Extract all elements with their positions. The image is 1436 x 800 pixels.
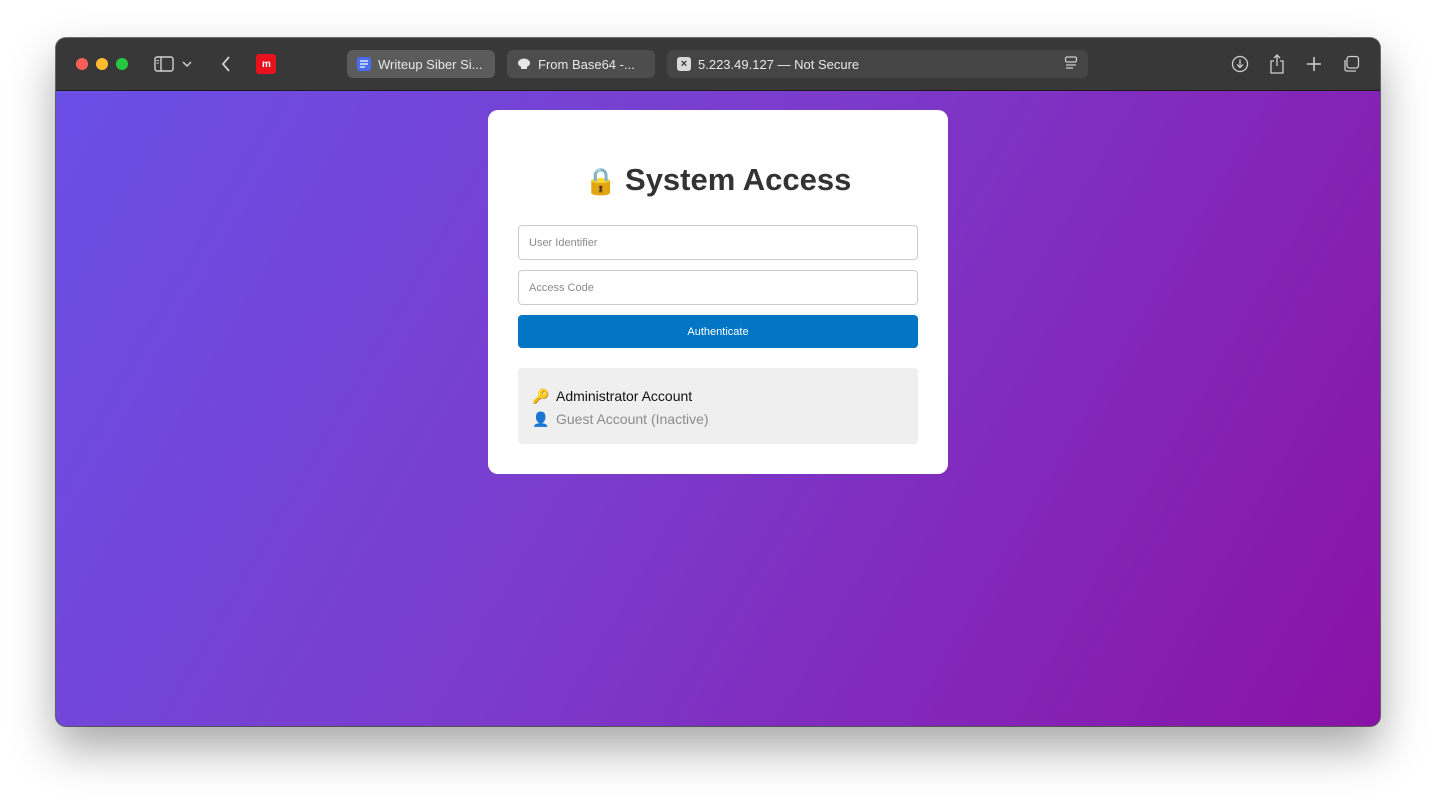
browser-toolbar: m Writeup Siber Si... From Base64 -... ×… xyxy=(56,38,1380,91)
minimize-window-button[interactable] xyxy=(96,58,108,70)
share-icon[interactable] xyxy=(1265,52,1289,76)
key-icon: 🔑 xyxy=(532,388,550,404)
tab-label: Writeup Siber Si... xyxy=(378,56,483,72)
back-icon[interactable] xyxy=(214,52,238,76)
sidebar-toggle-icon[interactable] xyxy=(152,52,176,76)
tab-label: From Base64 -... xyxy=(538,56,635,72)
close-window-button[interactable] xyxy=(76,58,88,70)
reader-mode-icon[interactable] xyxy=(1064,55,1078,73)
administrator-account-item[interactable]: 🔑 Administrator Account xyxy=(532,385,904,408)
login-card: 🔒System Access Authenticate 🔑 Administra… xyxy=(488,110,948,474)
docs-icon xyxy=(357,57,371,71)
download-icon[interactable] xyxy=(1228,52,1252,76)
guest-account-item: 👤 Guest Account (Inactive) xyxy=(532,408,904,431)
page-title: 🔒 System Access xyxy=(488,162,948,198)
tab-overview-icon[interactable] xyxy=(1339,52,1363,76)
chevron-down-icon[interactable] xyxy=(180,52,194,76)
address-label: 5.223.49.127 — Not Secure xyxy=(698,56,860,72)
user-icon: 👤 xyxy=(532,411,550,427)
user-identifier-input[interactable] xyxy=(518,225,918,260)
account-list: 🔑 Administrator Account 👤 Guest Account … xyxy=(518,368,918,444)
lock-icon: 🔒 xyxy=(584,166,618,196)
tab-base64[interactable]: From Base64 -... xyxy=(507,50,655,78)
tab-active-address[interactable]: × 5.223.49.127 — Not Secure xyxy=(667,50,1088,78)
browser-window: m Writeup Siber Si... From Base64 -... ×… xyxy=(56,38,1380,726)
account-label: Guest Account (Inactive) xyxy=(556,411,709,427)
page-content: 🔒System Access Authenticate 🔑 Administra… xyxy=(56,91,1380,726)
account-label: Administrator Account xyxy=(556,388,693,404)
new-tab-icon[interactable] xyxy=(1302,52,1326,76)
chef-hat-icon xyxy=(517,57,531,71)
tab-writeup[interactable]: Writeup Siber Si... xyxy=(347,50,495,78)
extension-icon[interactable]: m xyxy=(256,54,276,74)
insecure-icon: × xyxy=(677,57,691,71)
authenticate-button[interactable]: Authenticate xyxy=(518,315,918,348)
zoom-window-button[interactable] xyxy=(116,58,128,70)
title-text: System Access xyxy=(625,162,852,197)
access-code-input[interactable] xyxy=(518,270,918,305)
